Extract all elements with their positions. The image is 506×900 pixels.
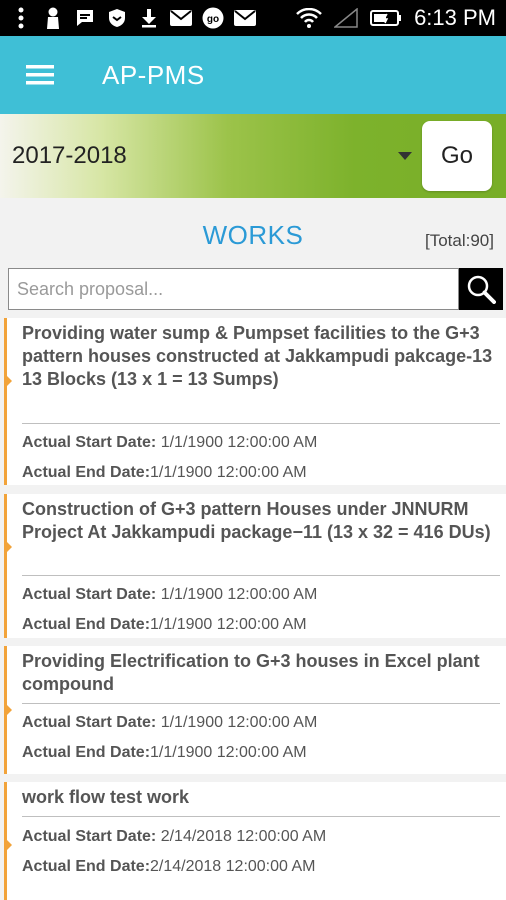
item-marker — [7, 376, 12, 386]
divider — [22, 575, 500, 576]
start-date-label: Actual Start Date: — [22, 714, 161, 731]
item-marker — [7, 705, 12, 715]
item-marker — [7, 542, 12, 552]
search-input[interactable] — [8, 268, 459, 310]
end-date-value: 1/1/1900 12:00:00 AM — [150, 616, 307, 633]
work-item[interactable]: Construction of G+3 pattern Houses under… — [4, 494, 506, 638]
start-date-value: 1/1/1900 12:00:00 AM — [160, 586, 318, 603]
start-date-value: 1/1/1900 12:00:00 AM — [160, 434, 318, 451]
end-date-label: Actual End Date: — [22, 744, 151, 761]
mail-icon — [170, 7, 192, 29]
divider — [22, 703, 500, 704]
go-button[interactable]: Go — [422, 121, 492, 191]
end-date-value: 2/14/2018 12:00:00 AM — [150, 858, 316, 875]
start-date-label: Actual Start Date: — [22, 828, 161, 845]
work-item[interactable]: Providing water sump & Pumpset facilitie… — [4, 318, 506, 485]
start-date-label: Actual Start Date: — [22, 586, 161, 603]
battery-icon — [370, 7, 402, 29]
year-filter-bar: 2017-2018 Go — [0, 114, 506, 198]
start-date-row: Actual Start Date: 1/1/1900 12:00:00 AM — [22, 586, 317, 604]
message-icon — [74, 7, 96, 29]
work-item[interactable]: Providing Electrification to G+3 houses … — [4, 646, 506, 774]
work-title: Providing Electrification to G+3 houses … — [22, 651, 480, 694]
notification-icons: go — [10, 7, 296, 29]
signal-icon — [334, 7, 358, 29]
app-bar: AP-PMS — [0, 36, 506, 114]
end-date-value: 1/1/1900 12:00:00 AM — [150, 744, 307, 761]
start-date-value: 1/1/1900 12:00:00 AM — [160, 714, 318, 731]
clock: 6:13 PM — [414, 5, 496, 30]
end-date-value: 1/1/1900 12:00:00 AM — [150, 464, 307, 481]
divider — [22, 816, 500, 817]
year-dropdown-value: 2017-2018 — [12, 142, 127, 169]
year-dropdown[interactable]: 2017-2018 — [0, 114, 422, 198]
shield-icon — [106, 7, 128, 29]
mail-icon — [234, 7, 256, 29]
item-marker — [7, 840, 12, 850]
status-bar: go 6:13 PM — [0, 0, 506, 36]
work-title: work flow test work — [22, 787, 190, 807]
end-date-row: Actual End Date:1/1/1900 12:00:00 AM — [22, 616, 307, 634]
end-date-label: Actual End Date: — [22, 464, 151, 481]
search-bar — [8, 268, 503, 310]
wifi-icon — [296, 7, 322, 29]
end-date-row: Actual End Date:2/14/2018 12:00:00 AM — [22, 858, 315, 876]
start-date-row: Actual Start Date: 1/1/1900 12:00:00 AM — [22, 714, 317, 732]
hamburger-icon — [26, 65, 54, 85]
search-button[interactable] — [459, 268, 503, 310]
end-date-label: Actual End Date: — [22, 858, 151, 875]
dropdown-caret-icon — [398, 152, 412, 160]
search-icon — [467, 275, 496, 304]
person-icon — [42, 7, 64, 29]
divider — [22, 423, 500, 424]
end-date-row: Actual End Date:1/1/1900 12:00:00 AM — [22, 464, 307, 482]
start-date-value: 2/14/2018 12:00:00 AM — [160, 828, 327, 845]
work-title: Construction of G+3 pattern Houses under… — [22, 499, 491, 542]
end-date-row: Actual End Date:1/1/1900 12:00:00 AM — [22, 744, 307, 762]
menu-button[interactable] — [0, 36, 80, 114]
end-date-label: Actual End Date: — [22, 616, 151, 633]
start-date-row: Actual Start Date: 2/14/2018 12:00:00 AM — [22, 828, 326, 846]
go-icon: go — [202, 7, 224, 29]
work-title: Providing water sump & Pumpset facilitie… — [22, 323, 493, 389]
work-item[interactable]: work flow test work Actual Start Date: 2… — [4, 782, 506, 900]
works-total: [Total:90] — [425, 231, 494, 250]
menu-dots-icon — [10, 7, 32, 29]
start-date-row: Actual Start Date: 1/1/1900 12:00:00 AM — [22, 434, 317, 452]
download-icon — [138, 7, 160, 29]
svg-text:go: go — [207, 14, 219, 25]
app-title: AP-PMS — [102, 59, 205, 90]
works-header: WORKS [Total:90] — [0, 210, 506, 260]
start-date-label: Actual Start Date: — [22, 434, 161, 451]
